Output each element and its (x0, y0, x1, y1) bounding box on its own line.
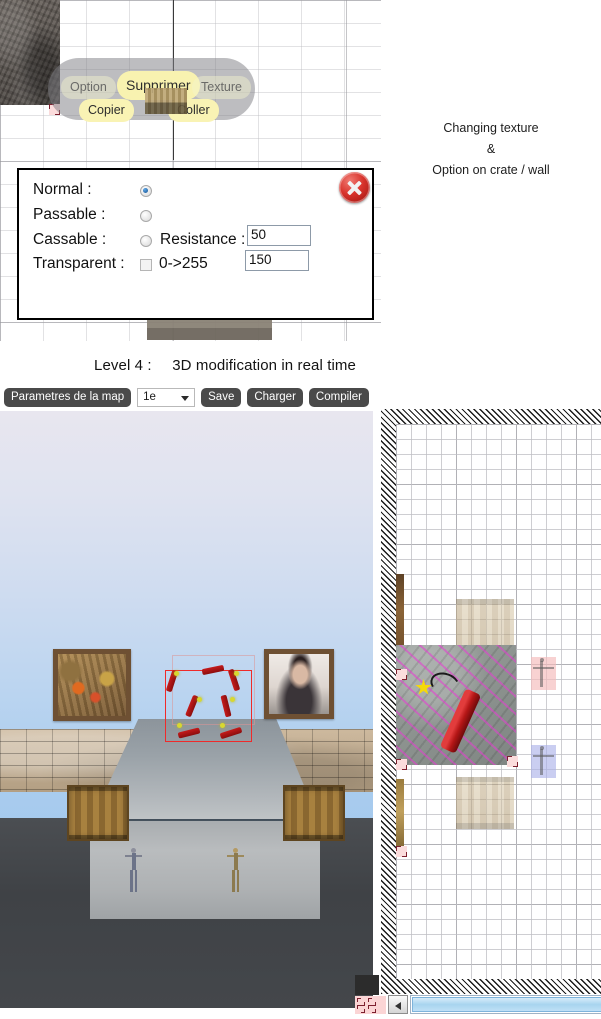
resize-marker-icon[interactable] (507, 756, 518, 767)
spark-icon (230, 697, 235, 702)
dynamite-item[interactable] (219, 726, 243, 740)
radio-passable[interactable] (140, 210, 152, 222)
figure-body (131, 853, 136, 870)
figure-body (540, 749, 543, 775)
annotation-line-2: & (486, 142, 496, 156)
dynamite-texture-tile[interactable] (396, 645, 516, 765)
label-alpha-range: 0->255 (159, 255, 208, 272)
spark-icon (234, 671, 239, 676)
character-tile-blue[interactable] (531, 745, 556, 778)
context-item-option[interactable]: Option (61, 76, 116, 99)
crate-tile[interactable] (456, 599, 514, 651)
crate-texture-strip (147, 320, 272, 340)
triangle-left-icon[interactable] (388, 995, 408, 1014)
checkbox-transparent[interactable] (140, 259, 152, 271)
dynamite-item[interactable] (177, 727, 201, 739)
figure-leg (236, 870, 240, 892)
fuse-icon (427, 668, 463, 700)
save-button[interactable]: Save (201, 387, 242, 407)
resize-marker-icon[interactable] (396, 669, 407, 680)
annotation-text: Changing texture & Option on crate / wal… (381, 118, 601, 181)
figure-body (233, 853, 238, 870)
figure-leg (130, 870, 133, 892)
panel-border-hatch-top (381, 409, 601, 424)
selection-marker-icon[interactable] (355, 996, 386, 1014)
figure-leg (232, 870, 235, 892)
resize-marker-icon[interactable] (396, 759, 407, 770)
resize-marker-icon[interactable] (396, 846, 407, 857)
dynamite-selection-box[interactable] (165, 664, 252, 742)
label-resistance: Resistance : (160, 231, 246, 248)
figure-arms (533, 755, 554, 757)
2d-map-editor[interactable] (381, 409, 601, 994)
character-tan[interactable] (227, 848, 244, 892)
wall-painting-left[interactable] (53, 649, 131, 721)
editor-toolbar: Parametres de la map 1e Save Charger Com… (0, 386, 601, 408)
chevron-down-icon (181, 395, 190, 401)
context-item-texture[interactable]: Texture (192, 76, 251, 99)
3d-viewport[interactable] (0, 411, 373, 1008)
radio-cassable[interactable] (140, 235, 152, 247)
resistance-input[interactable]: 50 (247, 225, 311, 246)
layer-select-value: 1e (143, 390, 156, 403)
character-tile-pink[interactable] (531, 657, 556, 690)
figure-leg (134, 870, 138, 892)
label-normal: Normal : (33, 181, 92, 198)
figure-body (540, 661, 543, 687)
alpha-input[interactable]: 150 (245, 250, 309, 271)
close-circle-icon[interactable] (339, 172, 370, 203)
tile-properties-dialog: Normal : Passable : Cassable : Transpare… (17, 168, 374, 320)
crate-left[interactable] (67, 785, 129, 841)
texture-thumbnail[interactable] (145, 88, 187, 114)
annotation-line-3: Option on crate / wall (432, 163, 550, 177)
scrollbar-thumb[interactable] (412, 997, 601, 1012)
scrollbar-track[interactable] (410, 995, 601, 1014)
layer-select[interactable]: 1e (137, 387, 196, 407)
label-passable: Passable : (33, 206, 106, 223)
figure-arms (533, 667, 554, 669)
caption-level: Level 4 : (94, 357, 152, 374)
section-caption: Level 4 : 3D modification in real time (0, 357, 450, 374)
map-parameters-button[interactable]: Parametres de la map (4, 387, 132, 407)
panel-border-hatch-left (381, 409, 396, 994)
spark-icon (197, 697, 202, 702)
load-button[interactable]: Charger (247, 387, 303, 407)
horizontal-scrollbar[interactable] (355, 995, 601, 1015)
radio-normal[interactable] (140, 185, 152, 197)
crate-right[interactable] (283, 785, 345, 841)
crate-tile[interactable] (456, 777, 514, 829)
spark-icon (177, 723, 182, 728)
label-cassable: Cassable : (33, 231, 107, 248)
panel-border-hatch-bottom (381, 979, 601, 994)
app-root: Option Supprimer Texture Copier Coller N… (0, 0, 601, 1019)
dynamite-stick-icon (439, 688, 482, 754)
label-transparent: Transparent : (33, 255, 125, 272)
character-blue[interactable] (125, 848, 142, 892)
viewport-dark-edge (355, 975, 379, 995)
spark-icon (220, 723, 225, 728)
compile-button[interactable]: Compiler (308, 387, 369, 407)
bottom-spacer (0, 1008, 355, 1019)
spark-icon (174, 671, 179, 676)
wall-painting-right[interactable] (264, 649, 334, 719)
context-item-copier[interactable]: Copier (79, 99, 134, 122)
wall-tile[interactable] (396, 779, 404, 851)
annotation-line-1: Changing texture (443, 121, 539, 135)
caption-text: 3D modification in real time (172, 357, 356, 374)
